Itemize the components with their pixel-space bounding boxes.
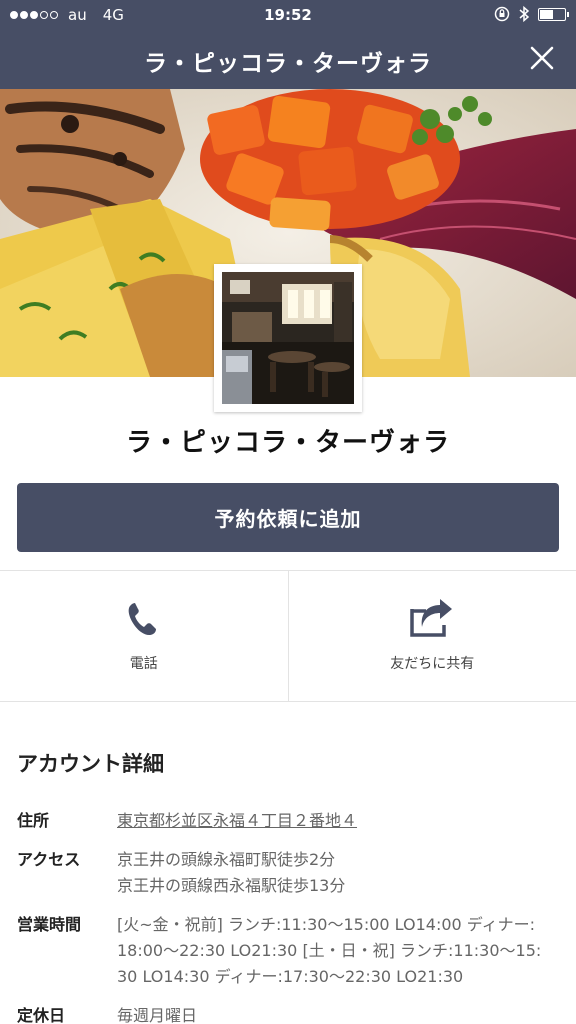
page-title: ラ・ピッコラ・ターヴォラ	[144, 51, 432, 77]
closed-day-row: 定休日 毎週月曜日	[17, 1003, 562, 1024]
call-label: 電話	[129, 656, 158, 672]
rotation-lock-icon	[494, 6, 510, 22]
address-link[interactable]: 東京都杉並区永福４丁目２番地４	[117, 808, 357, 834]
status-bar: au 4G 19:52	[0, 0, 576, 30]
restaurant-interior-image	[222, 272, 354, 404]
access-value: 京王井の頭線永福町駅徒歩2分 京王井の頭線西永福駅徒歩13分	[117, 847, 345, 899]
bluetooth-icon	[519, 5, 530, 23]
access-label: アクセス	[17, 850, 81, 869]
share-label: 友だちに共有	[390, 656, 475, 672]
app-header: au 4G 19:52 ラ・ピッコラ・ターヴォラ	[0, 0, 576, 89]
battery-icon	[538, 7, 569, 21]
closed-day-label: 定休日	[17, 1006, 66, 1024]
battery-fill	[540, 9, 553, 19]
access-line: 京王井の頭線西永福駅徒歩13分	[117, 876, 346, 895]
call-button[interactable]: 電話	[0, 571, 288, 701]
phone-icon	[128, 603, 156, 636]
add-reservation-request-label: 予約依頼に追加	[214, 507, 362, 531]
profile-thumbnail	[214, 264, 362, 412]
add-reservation-request-button[interactable]: 予約依頼に追加	[17, 483, 559, 552]
status-right	[494, 5, 569, 23]
address-label: 住所	[17, 811, 50, 830]
share-icon	[410, 599, 453, 637]
closed-day-value: 毎週月曜日	[117, 1006, 198, 1024]
action-bar: 電話 友だちに共有	[0, 570, 576, 702]
account-details: アカウント詳細 住所 東京都杉並区永福４丁目２番地４ アクセス 京王井の頭線永福…	[17, 748, 562, 1024]
address-row: 住所 東京都杉並区永福４丁目２番地４	[17, 808, 562, 834]
access-row: アクセス 京王井の頭線永福町駅徒歩2分 京王井の頭線西永福駅徒歩13分	[17, 847, 562, 899]
share-with-friends-button[interactable]: 友だちに共有	[287, 571, 576, 701]
close-icon[interactable]	[528, 44, 556, 72]
hours-value: [火~金・祝前] ランチ:11:30～15:00 LO14:00 ディナー: 1…	[117, 912, 541, 990]
hours-line: 18:00～22:30 LO21:30 [土・日・祝] ランチ:11:30～15…	[117, 941, 542, 960]
hours-row: 営業時間 [火~金・祝前] ランチ:11:30～15:00 LO14:00 ディ…	[17, 912, 562, 990]
hours-line: 30 LO14:30 ディナー:17:30～22:30 LO21:30	[117, 967, 464, 986]
hours-label: 営業時間	[17, 915, 82, 934]
status-time: 19:52	[264, 6, 312, 24]
access-line: 京王井の頭線永福町駅徒歩2分	[117, 850, 336, 869]
account-name: ラ・ピッコラ・ターヴォラ	[125, 428, 450, 458]
hours-line: [火~金・祝前] ランチ:11:30～15:00 LO14:00 ディナー:	[117, 915, 536, 934]
account-details-title: アカウント詳細	[17, 752, 164, 776]
